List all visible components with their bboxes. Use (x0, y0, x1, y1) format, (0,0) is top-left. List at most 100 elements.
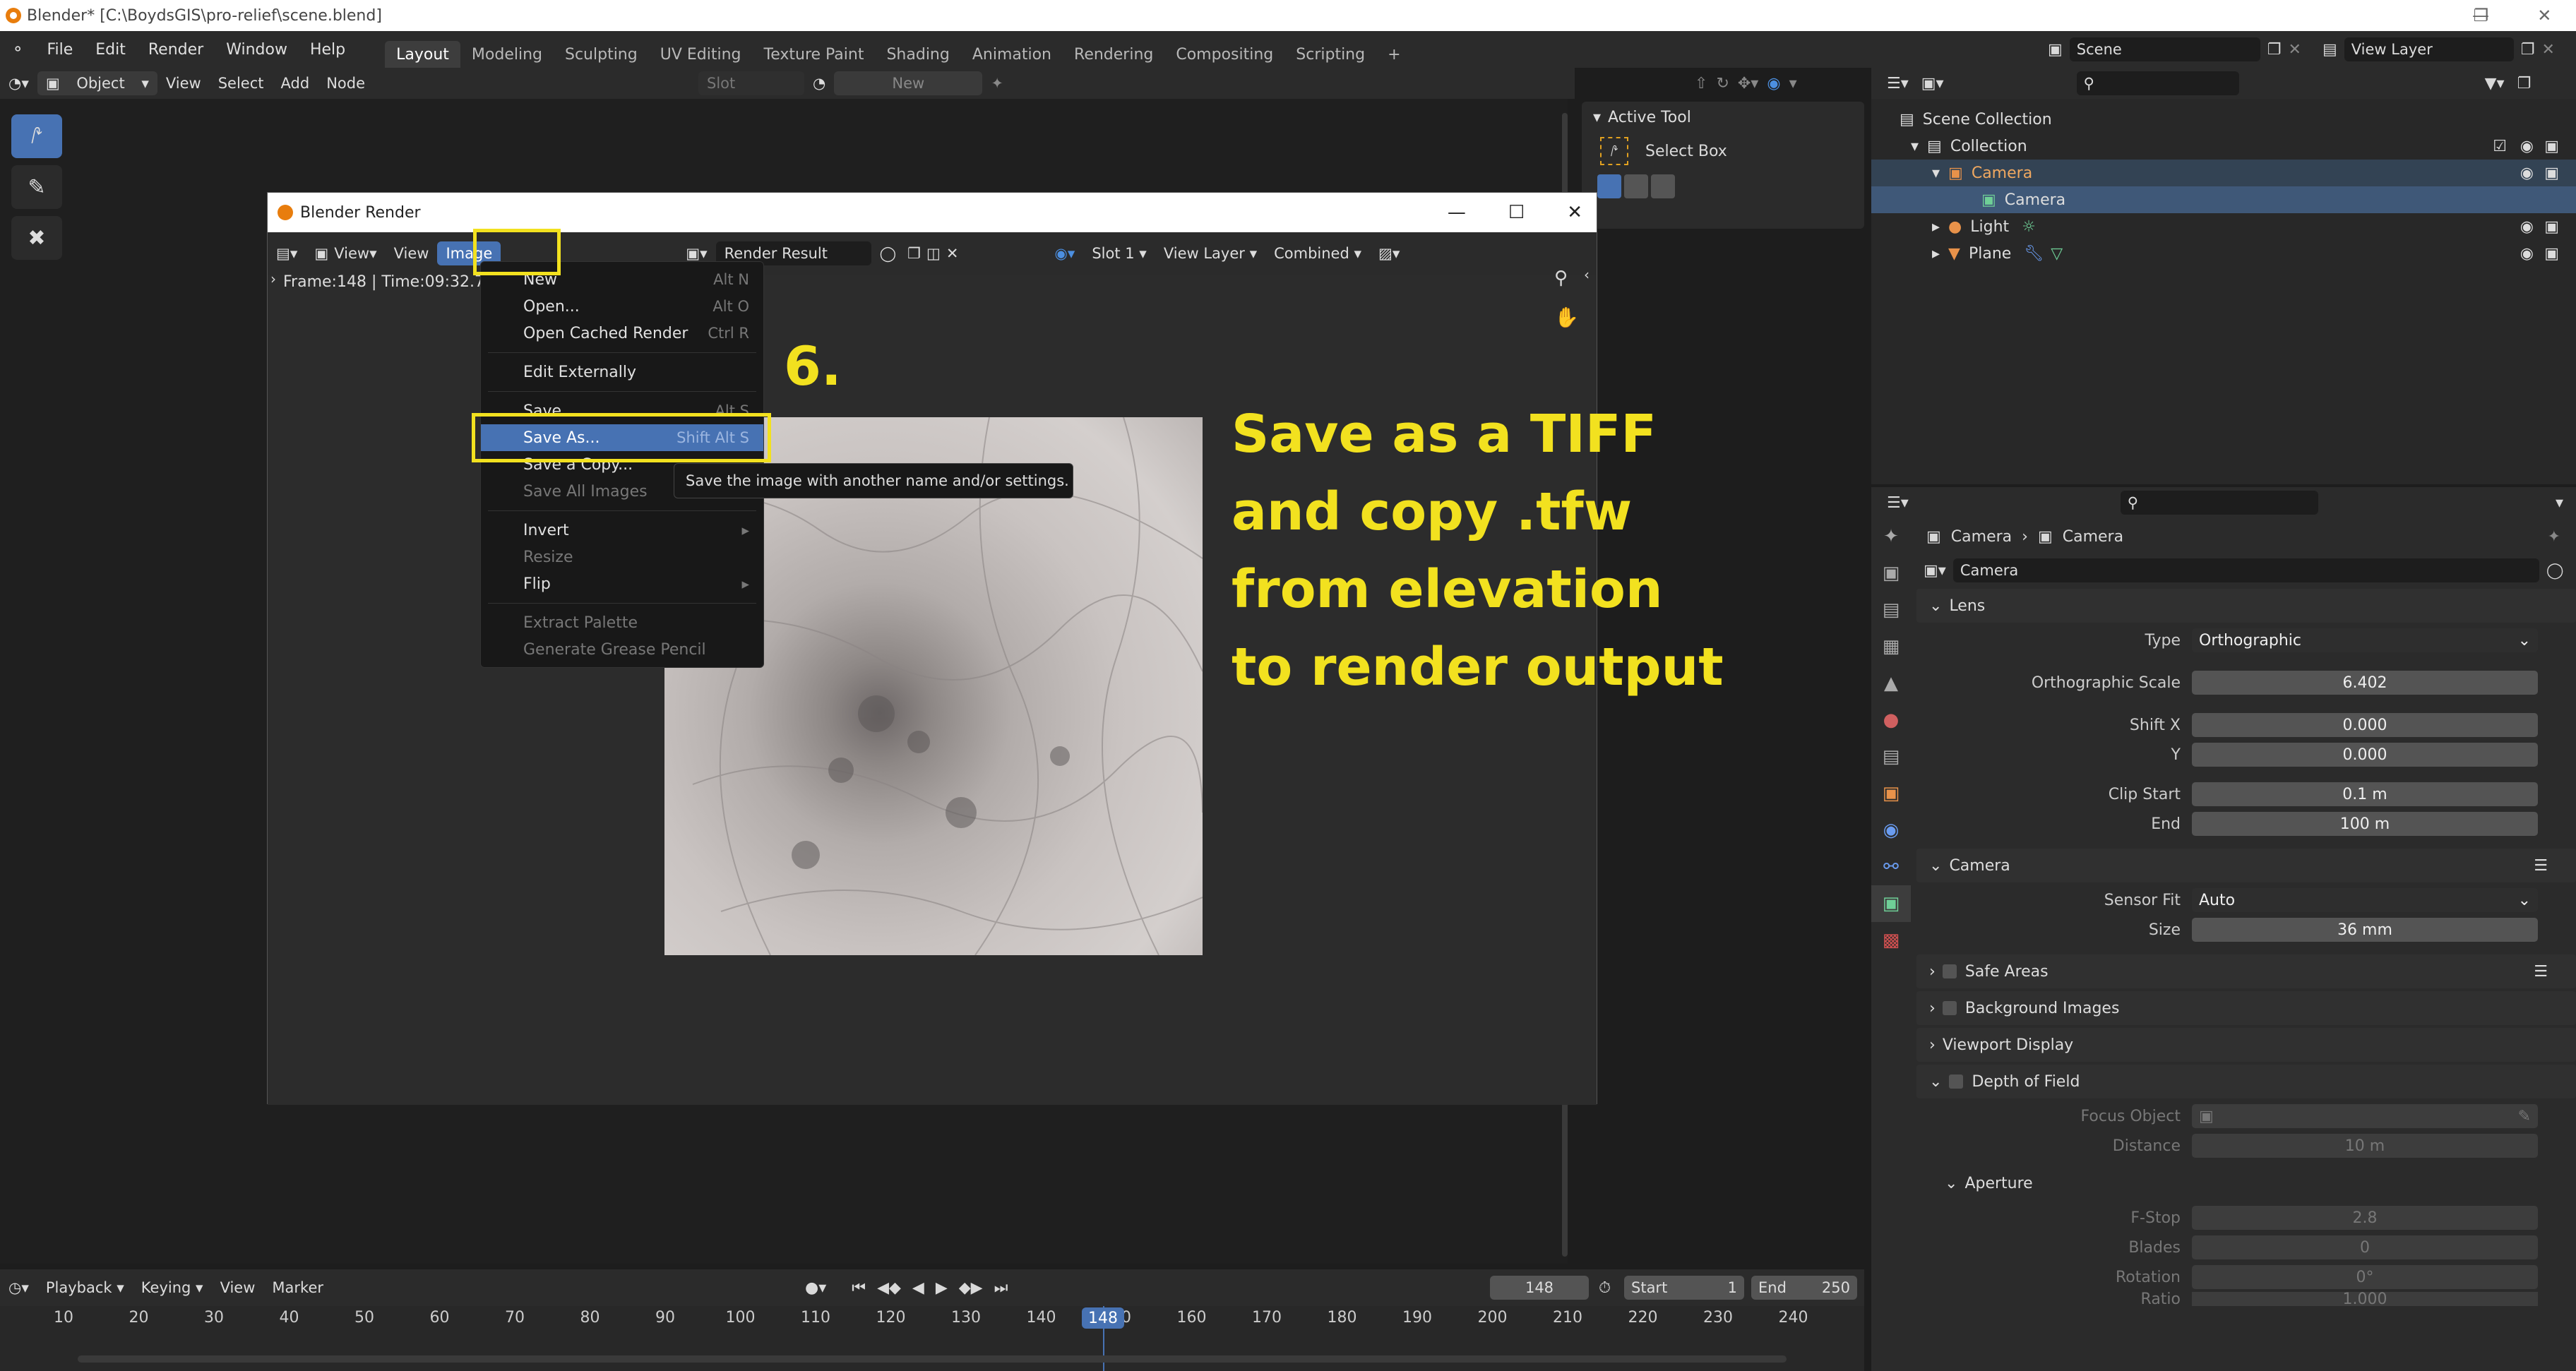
stopwatch-icon[interactable]: ⏱ (1599, 1279, 1611, 1297)
restore-window-button[interactable]: ❐ (2474, 6, 2489, 25)
view-layer-tab-icon[interactable]: ▦ (1871, 628, 1911, 665)
new-view-layer-icon[interactable]: ❐ (2521, 41, 2535, 59)
lens-type-dropdown[interactable]: Orthographic ⌄ (2192, 628, 2538, 652)
render-tab-icon[interactable]: ▣ (1871, 555, 1911, 592)
view-mode-selector[interactable]: ▣ View ▾ (306, 241, 385, 265)
tab-modeling[interactable]: Modeling (460, 41, 554, 68)
unlink-image-icon[interactable]: ✕ (943, 241, 962, 265)
panel-background-images[interactable]: › Background Images (1916, 991, 2576, 1025)
pin-icon[interactable]: ✦ (2548, 528, 2560, 546)
select-box-tool-icon[interactable]: ⭚ (11, 114, 62, 158)
gizmo-icon[interactable]: ⇧ (1695, 75, 1707, 92)
visibility-eye-icon[interactable]: ◉ (2520, 218, 2534, 236)
marker-menu[interactable]: Marker (263, 1276, 332, 1300)
collection-tab-icon[interactable]: ▤ (1871, 738, 1911, 775)
image-menu-generate-grease-pencil[interactable]: Generate Grease Pencil (481, 636, 763, 663)
render-minimize-button[interactable]: — (1448, 202, 1466, 223)
expand-arrow-icon[interactable]: ▾ (1932, 164, 1940, 182)
tab-layout[interactable]: Layout (385, 41, 460, 68)
view-layer-selector[interactable]: View Layer (2344, 37, 2514, 61)
eyedropper-icon[interactable]: ✎ (2518, 1108, 2531, 1125)
pass-dropdown[interactable]: Combined ▾ (1265, 241, 1370, 265)
exclude-checkbox[interactable]: ☑ (2493, 138, 2507, 155)
sidebar-expand-icon[interactable]: › (270, 270, 276, 287)
image-menu-invert[interactable]: Invert ▸ (481, 517, 763, 544)
world-tab-icon[interactable]: ● (1871, 702, 1911, 738)
overlay-dropdown-icon[interactable]: ▾ (1789, 75, 1797, 92)
clip-end-field[interactable]: 100 m (2192, 812, 2538, 836)
tab-scripting[interactable]: Scripting (1284, 41, 1376, 68)
mode-extend-icon[interactable] (1624, 174, 1648, 198)
physics-tab-icon[interactable]: ◉ (1871, 812, 1911, 849)
clip-start-field[interactable]: 0.1 m (2192, 782, 2538, 806)
open-image-icon[interactable]: ◫ (924, 241, 943, 265)
end-frame-field[interactable]: End 250 (1751, 1276, 1857, 1300)
fake-user-shield-icon[interactable]: ◯ (2546, 562, 2564, 580)
outliner-scene-collection[interactable]: ▤ Scene Collection (1871, 106, 2576, 133)
focus-object-field[interactable]: ▣ ✎ (2192, 1104, 2538, 1128)
zoom-icon[interactable]: ⚲ (1554, 268, 1568, 289)
camera-datablock-field[interactable]: Camera (1952, 558, 2539, 582)
image-menu-flip[interactable]: Flip ▸ (481, 570, 763, 597)
output-tab-icon[interactable]: ▤ (1871, 592, 1911, 628)
blender-menu-icon[interactable]: ⚬ (0, 31, 35, 68)
collapse-arrow-icon[interactable]: ▾ (1593, 109, 1601, 126)
ratio-field[interactable]: 1.000 (2192, 1292, 2538, 1306)
new-collection-icon[interactable]: ❐ (2517, 75, 2532, 92)
expand-arrow-icon[interactable]: ▸ (1932, 218, 1940, 236)
current-frame-field[interactable]: 148 (1490, 1276, 1589, 1300)
view-layer-icon[interactable]: ▤ (2322, 41, 2337, 59)
background-images-checkbox[interactable] (1942, 1001, 1957, 1015)
outliner-camera-object[interactable]: ▾ ▣ Camera ◉ ▣ (1871, 160, 2576, 186)
menu-add[interactable]: Add (273, 71, 318, 95)
jump-keyframe-back-icon[interactable]: ◀◆ (877, 1279, 901, 1297)
image-menu-open[interactable]: Open... Alt O (481, 293, 763, 320)
measure-tool-icon[interactable]: ✖ (11, 216, 62, 260)
timeline-scrollbar[interactable] (78, 1355, 1787, 1363)
pin-icon[interactable]: ✦ (982, 71, 1012, 95)
filter-icon[interactable]: ▼▾ (2485, 75, 2505, 92)
expand-arrow-icon[interactable]: ▸ (1932, 245, 1940, 263)
menu-render[interactable]: Render (137, 31, 215, 68)
outliner-collection[interactable]: ▾ ▤ Collection ☑ ◉ ▣ (1871, 133, 2576, 160)
object-tab-icon[interactable]: ▣ (1871, 775, 1911, 812)
image-menu-edit-externally[interactable]: Edit Externally (481, 359, 763, 385)
tab-uv-editing[interactable]: UV Editing (649, 41, 753, 68)
jump-start-icon[interactable]: ⏮ (852, 1279, 866, 1297)
sensor-size-field[interactable]: 36 mm (2192, 918, 2538, 942)
rotation-field[interactable]: 0° (2192, 1265, 2538, 1289)
panel-lens[interactable]: ⌄ Lens (1916, 589, 2576, 623)
panel-aperture[interactable]: ⌄ Aperture (1916, 1166, 2576, 1200)
image-menu-open-cached[interactable]: Open Cached Render Ctrl R (481, 320, 763, 347)
scene-icon[interactable]: ▣ (2048, 41, 2063, 59)
tab-rendering[interactable]: Rendering (1063, 41, 1164, 68)
timeline-view-menu[interactable]: View (212, 1276, 264, 1300)
duplicate-image-icon[interactable]: ❐ (905, 241, 924, 265)
list-icon[interactable]: ☰ (2534, 963, 2548, 981)
keying-menu[interactable]: Keying ▾ (133, 1276, 212, 1300)
playback-menu[interactable]: Playback ▾ (37, 1276, 133, 1300)
camera-data-tab-icon[interactable]: ▣ (1871, 885, 1911, 922)
outliner-plane[interactable]: ▸ ▼ Plane 🔧︎ ▽ ◉ ▣ (1871, 240, 2576, 267)
outliner-search-input[interactable]: ⚲ (2076, 71, 2239, 95)
render-camera-icon[interactable]: ▣ (2544, 164, 2559, 182)
visibility-eye-icon[interactable]: ◉ (2520, 164, 2534, 182)
tab-texture-paint[interactable]: Texture Paint (753, 41, 876, 68)
visibility-eye-icon[interactable]: ◉ (2520, 138, 2534, 155)
new-material-button[interactable]: New (834, 71, 983, 95)
shift-x-field[interactable]: 0.000 (2192, 713, 2538, 737)
scene-selector[interactable]: Scene (2069, 37, 2260, 61)
render-menu-view[interactable]: View (386, 241, 438, 265)
display-channels-icon[interactable]: ▨▾ (1370, 241, 1408, 265)
panel-depth-of-field[interactable]: ⌄ Depth of Field (1916, 1065, 2576, 1098)
outliner-camera-data[interactable]: ▣ Camera (1871, 186, 2576, 213)
delete-scene-icon[interactable]: ✕ (2289, 41, 2301, 59)
render-camera-icon[interactable]: ▣ (2544, 138, 2559, 155)
properties-editor-icon[interactable]: ☰▾ (1887, 494, 1909, 512)
panel-camera[interactable]: ⌄ Camera ☰ (1916, 849, 2576, 882)
start-frame-field[interactable]: Start 1 (1624, 1276, 1744, 1300)
mode-selector[interactable]: ▣ Object ▾ (37, 71, 157, 95)
mode-subtract-icon[interactable] (1651, 174, 1675, 198)
close-window-button[interactable]: ✕ (2537, 6, 2551, 25)
snap-icon[interactable]: ↻ (1716, 75, 1729, 92)
